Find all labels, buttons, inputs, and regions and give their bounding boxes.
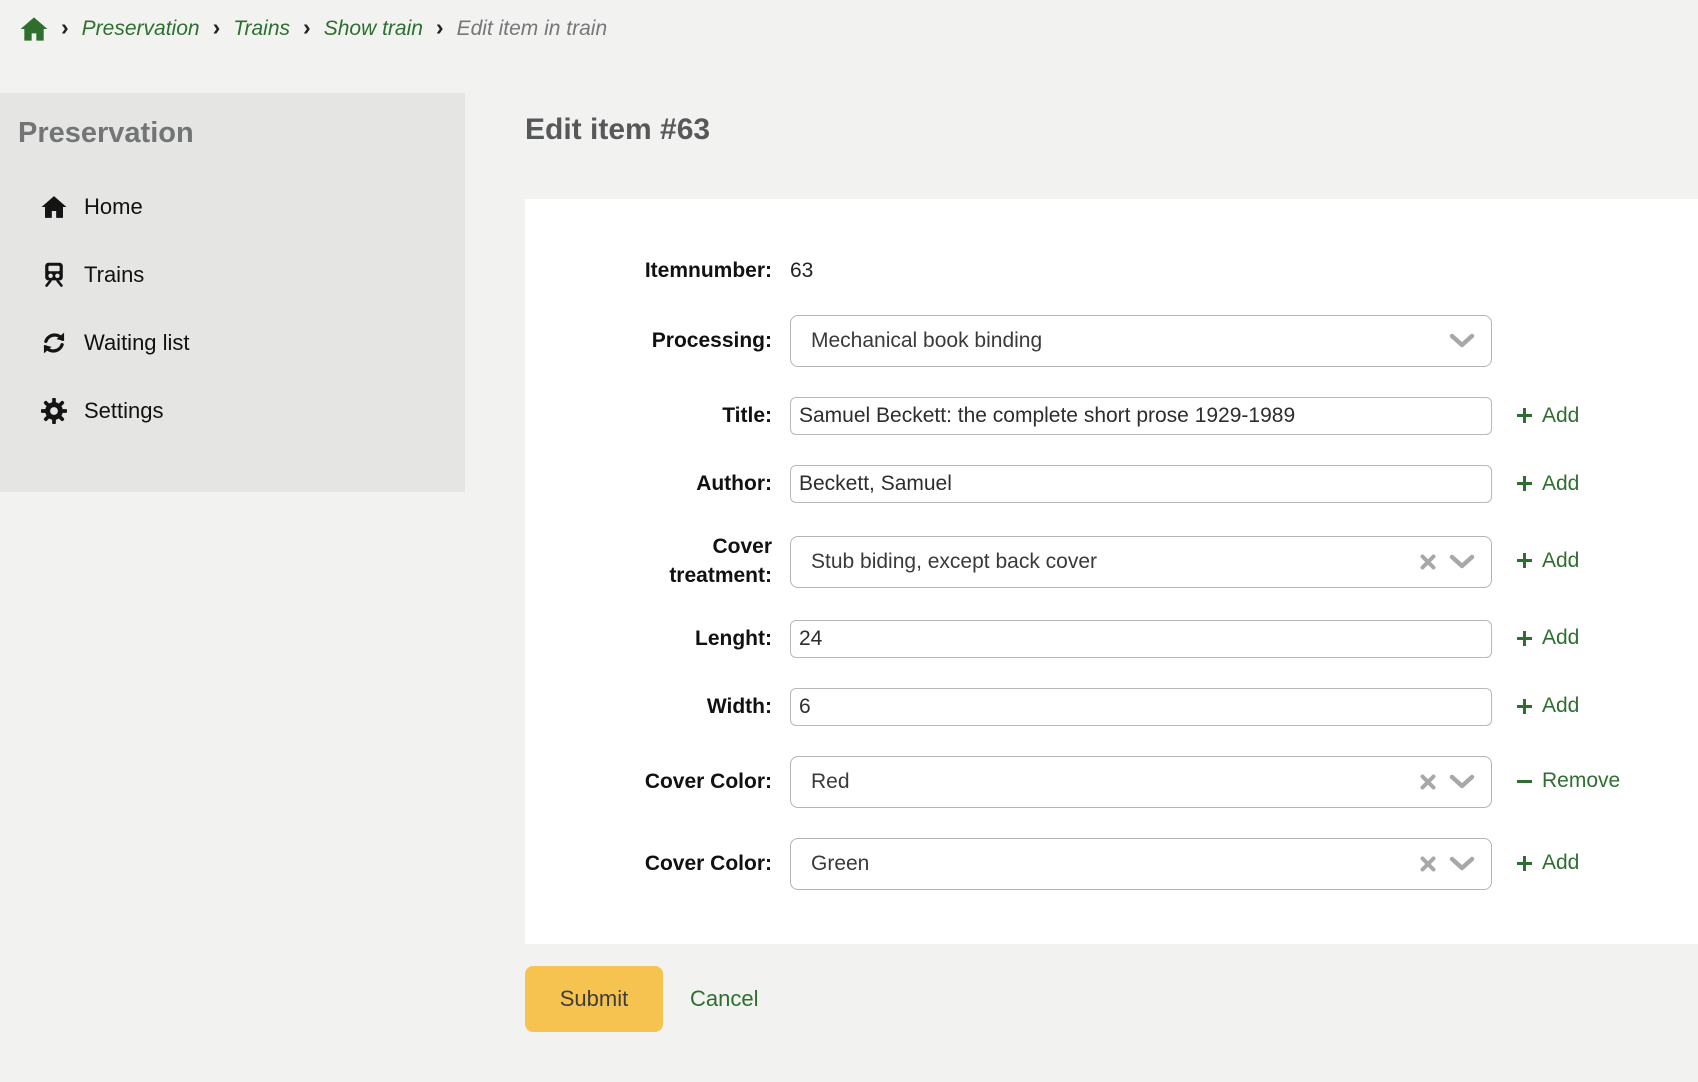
- form-actions: Submit Cancel: [525, 966, 1698, 1032]
- form-row-itemnumber: Itemnumber: 63: [525, 257, 1698, 285]
- cover-color-select-2-value: Green: [811, 852, 869, 876]
- plus-icon: [1516, 552, 1533, 569]
- sidebar-item-trains[interactable]: Trains: [0, 252, 465, 298]
- sidebar-item-settings[interactable]: Settings: [0, 388, 465, 434]
- form-row-processing: Processing: Mechanical book binding: [525, 315, 1698, 367]
- add-lenght-link[interactable]: Add: [1516, 626, 1579, 650]
- breadcrumb-link-show-train[interactable]: Show train: [324, 17, 423, 41]
- itemnumber-value: 63: [790, 259, 813, 282]
- cover-color-select-2[interactable]: Green: [790, 838, 1492, 890]
- plus-icon: [1516, 698, 1533, 715]
- add-link-label: Add: [1542, 851, 1579, 875]
- plus-icon: [1516, 855, 1533, 872]
- breadcrumb-link-trains[interactable]: Trains: [233, 17, 290, 41]
- clear-x-icon[interactable]: [1419, 855, 1437, 873]
- breadcrumb-home-link[interactable]: [20, 16, 48, 42]
- sidebar-item-waiting-list[interactable]: Waiting list: [0, 320, 465, 366]
- lenght-input[interactable]: [790, 620, 1492, 658]
- remove-cover-color-link[interactable]: Remove: [1516, 769, 1620, 793]
- add-link-label: Add: [1542, 549, 1579, 573]
- add-width-link[interactable]: Add: [1516, 694, 1579, 718]
- add-link-label: Add: [1542, 472, 1579, 496]
- breadcrumb-separator: ›: [61, 16, 69, 42]
- sidebar-item-label: Waiting list: [84, 330, 190, 356]
- submit-button[interactable]: Submit: [525, 966, 663, 1032]
- field-label: Width:: [525, 693, 772, 721]
- train-icon: [40, 262, 68, 288]
- sidebar-title: Preservation: [18, 117, 465, 150]
- form-row-author: Author: Add: [525, 465, 1698, 503]
- recycle-icon: [40, 330, 68, 356]
- home-icon: [40, 195, 68, 219]
- plus-icon: [1516, 407, 1533, 424]
- cover-color-select-1-value: Red: [811, 770, 850, 794]
- cover-treatment-select-value: Stub biding, except back cover: [811, 550, 1097, 574]
- main-content: Edit item #63 Itemnumber: 63 Processing:…: [525, 0, 1698, 1032]
- chevron-down-icon[interactable]: [1449, 554, 1475, 570]
- plus-icon: [1516, 475, 1533, 492]
- page: › Preservation › Trains › Show train › E…: [0, 0, 1698, 1082]
- cancel-link[interactable]: Cancel: [690, 986, 758, 1012]
- breadcrumb-separator: ›: [213, 16, 221, 42]
- sidebar-item-label: Trains: [84, 262, 144, 288]
- field-label: Cover Color:: [525, 850, 772, 878]
- field-label: Lenght:: [525, 625, 772, 653]
- gear-icon: [40, 398, 68, 424]
- author-input[interactable]: [790, 465, 1492, 503]
- sidebar-item-home[interactable]: Home: [0, 184, 465, 230]
- field-label: Cover Color:: [525, 768, 772, 796]
- add-title-link[interactable]: Add: [1516, 404, 1579, 428]
- processing-select-value: Mechanical book binding: [811, 329, 1042, 353]
- sidebar: Preservation Home Trains: [0, 93, 465, 492]
- chevron-down-icon[interactable]: [1449, 333, 1475, 349]
- width-input[interactable]: [790, 688, 1492, 726]
- title-input[interactable]: [790, 397, 1492, 435]
- chevron-down-icon[interactable]: [1449, 856, 1475, 872]
- breadcrumb-separator: ›: [303, 16, 311, 42]
- cover-treatment-select[interactable]: Stub biding, except back cover: [790, 536, 1492, 588]
- add-cover-color-link[interactable]: Add: [1516, 851, 1579, 875]
- page-title: Edit item #63: [525, 112, 1698, 148]
- add-cover-treatment-link[interactable]: Add: [1516, 549, 1579, 573]
- form-row-title: Title: Add: [525, 397, 1698, 435]
- edit-item-form: Itemnumber: 63 Processing: Mechanical bo…: [525, 199, 1698, 944]
- field-label: Author:: [525, 470, 772, 498]
- add-link-label: Add: [1542, 694, 1579, 718]
- clear-x-icon[interactable]: [1419, 553, 1437, 571]
- field-label: Cover treatment:: [640, 533, 772, 590]
- form-row-width: Width: Add: [525, 688, 1698, 726]
- form-row-lenght: Lenght: Add: [525, 620, 1698, 658]
- clear-x-icon[interactable]: [1419, 773, 1437, 791]
- chevron-down-icon[interactable]: [1449, 774, 1475, 790]
- form-row-cover-color-2: Cover Color: Green Ad: [525, 838, 1698, 890]
- field-label: Title:: [525, 402, 772, 430]
- processing-select[interactable]: Mechanical book binding: [790, 315, 1492, 367]
- minus-icon: [1516, 773, 1533, 790]
- breadcrumb-link-preservation[interactable]: Preservation: [82, 17, 200, 41]
- sidebar-item-label: Home: [84, 194, 143, 220]
- add-author-link[interactable]: Add: [1516, 472, 1579, 496]
- field-label: Itemnumber:: [525, 257, 772, 285]
- form-row-cover-color-1: Cover Color: Red Remo: [525, 756, 1698, 808]
- field-label: Processing:: [525, 327, 772, 355]
- remove-link-label: Remove: [1542, 769, 1620, 793]
- breadcrumb-separator: ›: [436, 16, 444, 42]
- home-icon: [20, 16, 48, 42]
- add-link-label: Add: [1542, 404, 1579, 428]
- sidebar-item-label: Settings: [84, 398, 164, 424]
- add-link-label: Add: [1542, 626, 1579, 650]
- plus-icon: [1516, 630, 1533, 647]
- cover-color-select-1[interactable]: Red: [790, 756, 1492, 808]
- form-row-cover-treatment: Cover treatment: Stub biding, except bac…: [525, 533, 1698, 590]
